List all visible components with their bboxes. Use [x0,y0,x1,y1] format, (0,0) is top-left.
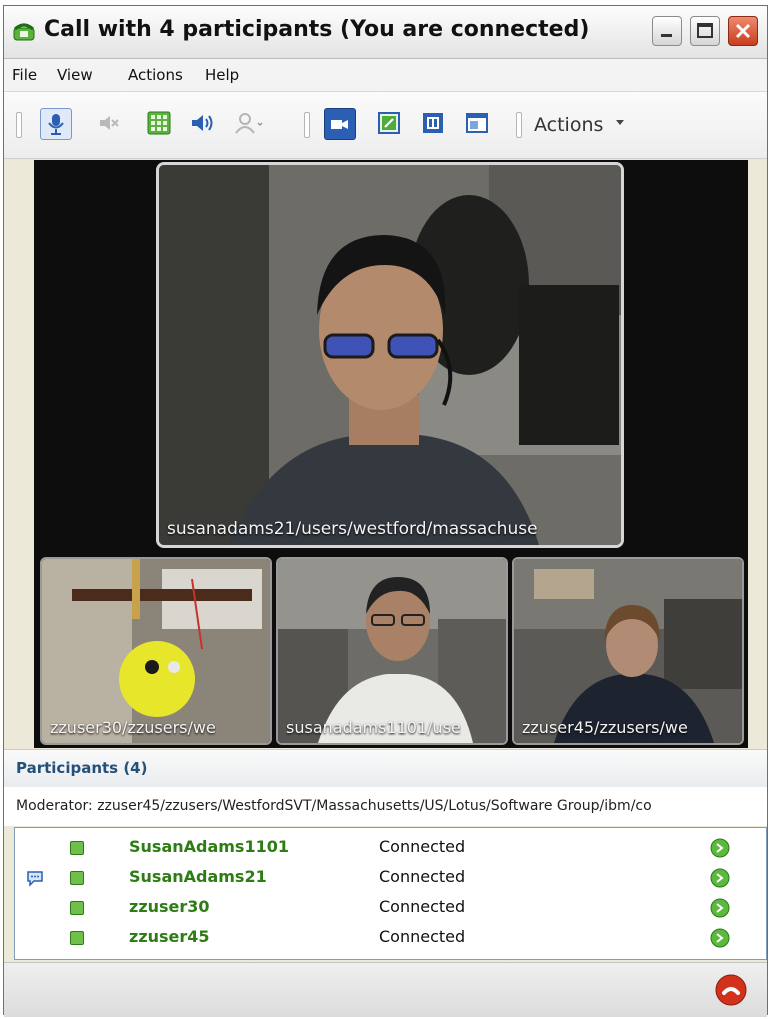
participant-add-icon [235,113,263,134]
layout-icon [466,113,488,133]
main-video-label: susanadams21/users/westford/massachuse [167,519,538,539]
participant-row[interactable]: zzuser30 Connected [15,893,766,923]
participant-name: zzuser45 [129,927,210,946]
video-preview-button[interactable] [374,108,404,138]
window-title: Call with 4 participants (You are connec… [44,17,590,42]
pause-video-button[interactable] [418,108,448,138]
participants-header[interactable]: Participants (4) [4,749,767,788]
thumbnail-video-feed [514,559,742,743]
mute-microphone-button[interactable] [40,108,72,140]
minimize-icon [661,34,672,37]
toolbar-grip [516,112,522,138]
participant-status: Connected [379,867,466,886]
online-status-icon [70,841,84,855]
video-preview-icon [378,112,400,134]
speaker-icon [192,115,213,131]
participant-action-icon[interactable] [709,927,731,949]
participant-status: Connected [379,897,466,916]
thumbnail-video-feed [42,559,270,743]
online-status-icon [70,871,84,885]
hang-up-icon[interactable] [714,973,748,1007]
main-video-tile[interactable]: susanadams21/users/westford/massachuse [156,162,624,548]
participant-row[interactable]: SusanAdams1101 Connected [15,833,766,863]
close-icon [735,23,751,39]
participant-name: zzuser30 [129,897,210,916]
participant-row[interactable]: SusanAdams21 Connected [15,863,766,893]
telephone-icon [13,23,35,41]
menu-actions[interactable]: Actions [128,66,183,84]
keypad-icon [147,111,171,135]
pause-video-icon [423,113,443,133]
participants-title: Participants (4) [16,759,148,777]
close-button[interactable] [728,16,758,46]
menu-bar: File View Actions Help [4,59,767,92]
speaker-unmute-button[interactable] [94,108,124,138]
participant-action-icon[interactable] [709,897,731,919]
thumbnail-label: zzuser45/zzusers/we [522,718,688,737]
participant-status: Connected [379,837,466,856]
video-thumbnail[interactable]: zzuser30/zzusers/we [40,557,272,745]
thumbnail-video-feed [278,559,506,743]
speaker-volume-button[interactable] [188,108,218,138]
online-status-icon [70,931,84,945]
moderator-line: Moderator: zzuser45/zzusers/WestfordSVT/… [4,787,767,826]
participant-row[interactable]: zzuser45 Connected [15,923,766,953]
thumbnail-label: susanadams1101/use [286,718,461,737]
maximize-button[interactable] [690,16,720,46]
moderator-text: Moderator: zzuser45/zzusers/WestfordSVT/… [16,798,652,814]
menu-file[interactable]: File [12,66,37,84]
toolbar-grip [304,112,310,138]
video-camera-button[interactable] [324,108,356,140]
participant-action-icon[interactable] [709,837,731,859]
maximize-icon [697,23,713,38]
speaker-unmute-icon [100,116,119,130]
layout-button[interactable] [462,108,492,138]
participant-name: SusanAdams21 [129,867,267,886]
title-bar: Call with 4 participants (You are connec… [4,6,767,59]
video-camera-icon [331,120,348,129]
actions-dropdown[interactable]: Actions [534,114,603,136]
main-video-feed [159,165,621,545]
video-thumbnail[interactable]: zzuser45/zzusers/we [512,557,744,745]
call-toolbar: Actions [4,92,767,159]
call-window: Call with 4 participants (You are connec… [3,5,768,1017]
add-participant-button[interactable] [234,108,264,138]
menu-view[interactable]: View [57,66,93,84]
keypad-button[interactable] [144,108,174,138]
participant-action-icon[interactable] [709,867,731,889]
participant-name: SusanAdams1101 [129,837,289,856]
video-area: susanadams21/users/westford/massachuse z… [34,160,748,748]
call-footer [4,962,767,1017]
thumbnail-label: zzuser30/zzusers/we [50,718,216,737]
online-status-icon [70,901,84,915]
chevron-down-icon[interactable] [616,120,624,125]
toolbar-grip [16,112,22,138]
participant-status: Connected [379,927,466,946]
chat-bubble-icon [27,871,43,887]
menu-help[interactable]: Help [205,66,239,84]
participants-list: SusanAdams1101 Connected SusanAdams21 Co… [14,827,767,960]
microphone-icon [48,114,64,135]
video-thumbnail[interactable]: susanadams1101/use [276,557,508,745]
minimize-button[interactable] [652,16,682,46]
